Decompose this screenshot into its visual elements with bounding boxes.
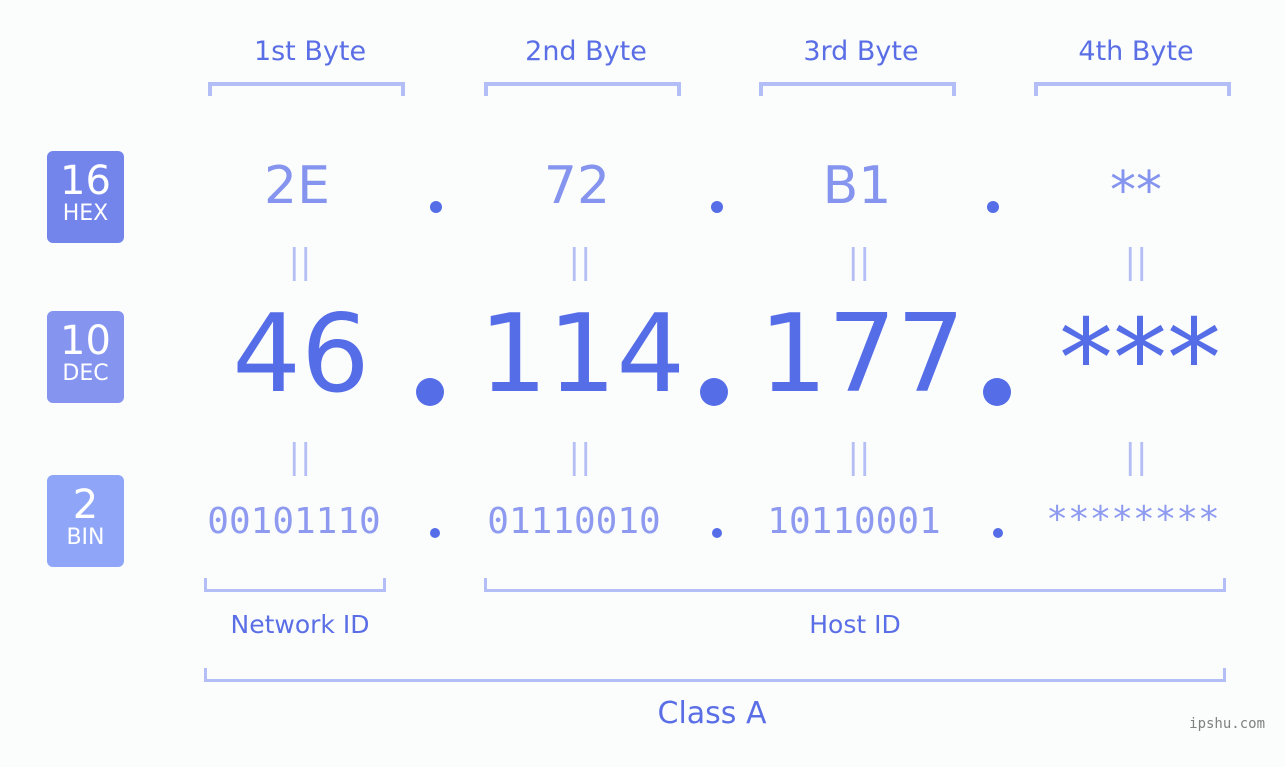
- hex-badge-label: HEX: [62, 201, 109, 226]
- byte-bracket-4: [1034, 82, 1231, 96]
- hex-separator-dot-3: [987, 201, 999, 213]
- host-id-bracket: [484, 578, 1226, 592]
- dec-separator-dot-3: [983, 378, 1011, 406]
- dec-badge-number: 10: [60, 318, 111, 364]
- equals-sign: ||: [568, 437, 592, 477]
- hex-value-3: B1: [822, 156, 892, 216]
- hex-separator-dot-1: [430, 201, 442, 213]
- byte-header-1: 1st Byte: [253, 36, 367, 67]
- hex-value-2: 72: [543, 156, 611, 216]
- dec-value-4: ***: [1059, 297, 1221, 422]
- network-id-bracket: [204, 578, 386, 592]
- bin-badge: 2 BIN: [47, 475, 124, 567]
- hex-badge: 16 HEX: [47, 151, 124, 243]
- equals-sign: ||: [847, 242, 871, 282]
- equals-sign: ||: [288, 437, 312, 477]
- bin-value-3: 10110001: [767, 501, 941, 542]
- equals-sign: ||: [568, 242, 592, 282]
- byte-header-3: 3rd Byte: [803, 36, 919, 67]
- bin-value-1: 00101110: [207, 501, 381, 542]
- bin-value-2: 01110010: [487, 501, 661, 542]
- byte-bracket-2: [484, 82, 681, 96]
- dec-value-1: 46: [232, 292, 370, 417]
- bin-badge-label: BIN: [66, 525, 105, 550]
- dec-value-2: 114: [478, 292, 686, 417]
- equals-sign: ||: [288, 242, 312, 282]
- byte-header-2: 2nd Byte: [525, 36, 647, 67]
- hex-value-4: **: [1110, 161, 1162, 221]
- class-label: Class A: [657, 696, 767, 731]
- equals-sign: ||: [847, 437, 871, 477]
- byte-bracket-1: [208, 82, 405, 96]
- equals-sign: ||: [1124, 437, 1148, 477]
- bin-separator-dot-1: [430, 528, 440, 538]
- bin-separator-dot-3: [993, 528, 1003, 538]
- dec-value-3: 177: [758, 292, 966, 417]
- dec-badge: 10 DEC: [47, 311, 124, 403]
- dec-separator-dot-1: [416, 378, 444, 406]
- bin-badge-number: 2: [72, 482, 99, 528]
- hex-value-1: 2E: [264, 156, 330, 216]
- bin-value-4: ********: [1046, 499, 1220, 540]
- dec-badge-label: DEC: [62, 361, 109, 386]
- class-bracket: [204, 668, 1226, 682]
- network-id-label: Network ID: [230, 610, 370, 639]
- equals-sign: ||: [1124, 242, 1148, 282]
- hex-separator-dot-2: [711, 201, 723, 213]
- watermark: ipshu.com: [1189, 716, 1265, 732]
- byte-header-4: 4th Byte: [1078, 36, 1194, 67]
- dec-separator-dot-2: [700, 378, 728, 406]
- bin-separator-dot-2: [712, 528, 722, 538]
- hex-badge-number: 16: [60, 158, 111, 204]
- host-id-label: Host ID: [809, 610, 901, 639]
- byte-bracket-3: [759, 82, 956, 96]
